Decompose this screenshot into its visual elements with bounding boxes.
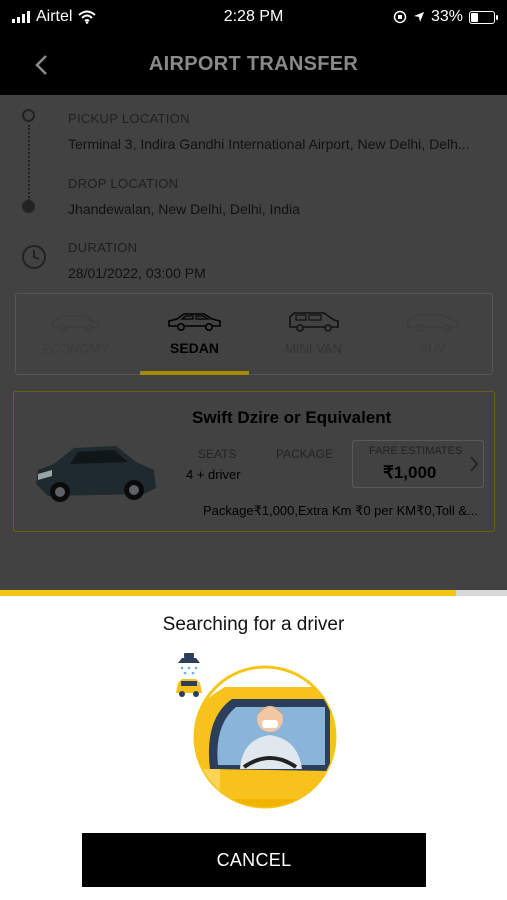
tab-economy-label: ECONOMY <box>41 341 110 356</box>
pickup-location[interactable]: Terminal 3, Indira Gandhi International … <box>68 136 493 152</box>
fare-estimate-box[interactable]: FARE ESTIMATES ₹1,000 <box>352 440 484 488</box>
chevron-right-icon <box>470 456 479 472</box>
cancel-button[interactable]: CANCEL <box>82 833 426 887</box>
cellular-signal-icon <box>12 11 30 23</box>
duration-label: DURATION <box>68 240 138 255</box>
pickup-dot-icon <box>22 109 35 122</box>
driver-illustration <box>176 653 337 809</box>
hatchback-icon <box>51 315 100 332</box>
package-label: PACKAGE <box>276 447 334 461</box>
status-right: 33% <box>393 8 498 26</box>
location-arrow-icon <box>413 12 424 22</box>
booking-details: PICKUP LOCATION Terminal 3, Indira Gandh… <box>0 95 507 595</box>
duration-value[interactable]: 28/01/2022, 03:00 PM <box>68 265 493 281</box>
battery-icon <box>469 10 498 24</box>
battery-percent: 33% <box>430 8 463 25</box>
tab-mini-van[interactable]: MINI VAN <box>254 294 373 374</box>
car-image <box>36 446 156 502</box>
tab-economy[interactable]: ECONOMY <box>16 294 135 374</box>
clock-icon <box>22 245 46 269</box>
battery-level <box>471 12 479 22</box>
car-option-card[interactable]: Swift Dzire or Equivalent SEATS 4 + driv… <box>13 391 495 532</box>
fare-value: ₹1,000 <box>383 463 437 482</box>
suv-icon <box>406 314 458 332</box>
app-header: AIRPORT TRANSFER <box>0 34 507 95</box>
page-title: AIRPORT TRANSFER <box>148 53 359 75</box>
status-bar: Airtel 2:28 PM 33% <box>0 0 507 34</box>
seats-label: SEATS <box>198 447 237 461</box>
back-button[interactable] <box>26 50 56 80</box>
status-left: Airtel <box>12 8 97 26</box>
orientation-lock-icon <box>393 10 407 24</box>
wifi-icon <box>78 10 97 24</box>
sheet-title: Searching for a driver <box>162 614 345 635</box>
fare-label: FARE ESTIMATES <box>369 445 463 457</box>
pickup-label: PICKUP LOCATION <box>68 111 190 126</box>
tab-sedan[interactable]: SEDAN <box>135 294 254 375</box>
drop-location[interactable]: Jhandewalan, New Delhi, Delhi, India <box>68 201 493 217</box>
tab-suv-label: SUV <box>419 341 446 356</box>
drop-label: DROP LOCATION <box>68 176 179 191</box>
route-line <box>28 125 30 201</box>
searching-driver-sheet: Searching for a driver CANCEL <box>0 596 507 900</box>
tab-sedan-label: SEDAN <box>169 340 219 356</box>
car-type-tabs: ECONOMY SEDAN MINI VAN SUV <box>15 293 493 375</box>
carrier-name: Airtel <box>36 8 73 25</box>
sedan-icon <box>167 313 221 332</box>
seats-value: 4 + driver <box>186 467 241 482</box>
package-details: Package₹1,000,Extra Km ₹0 per KM₹0,Toll … <box>203 503 478 518</box>
car-wash-icon <box>176 653 202 697</box>
tab-mini-van-label: MINI VAN <box>285 341 342 356</box>
tab-suv[interactable]: SUV <box>373 294 492 374</box>
drop-dot-icon <box>22 200 35 213</box>
minivan-icon <box>288 312 339 332</box>
car-title: Swift Dzire or Equivalent <box>192 408 392 427</box>
chevron-left-icon <box>35 55 47 75</box>
